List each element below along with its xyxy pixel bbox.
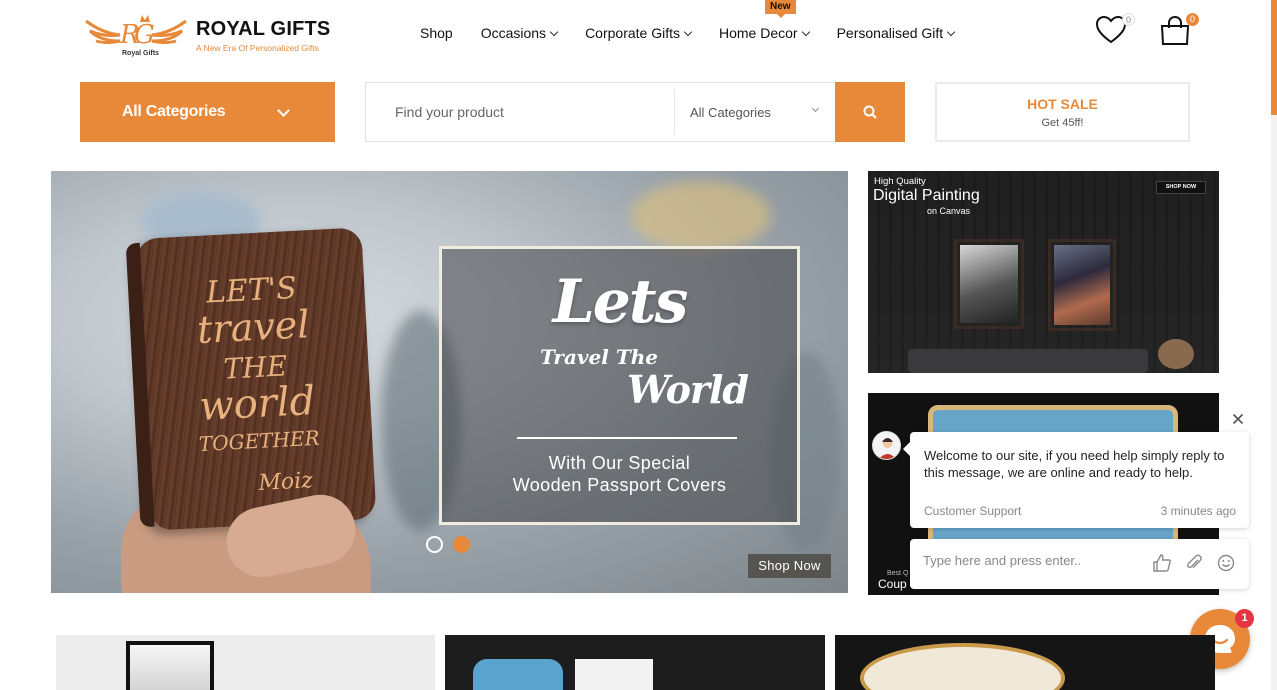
framed-sketch-image (126, 641, 214, 690)
wishlist-count: 0 (1122, 13, 1135, 26)
chat-message-text: Welcome to our site, if you need help si… (924, 448, 1225, 480)
search-icon (863, 105, 877, 119)
banner-subtitle: on Canvas (927, 206, 971, 216)
chevron-down-icon (801, 27, 810, 36)
slider-dot-2-active[interactable] (453, 536, 470, 553)
hot-sale-title: HOT SALE (1027, 96, 1098, 112)
digital-painting-banner[interactable]: High Quality Digital Painting on Canvas … (868, 171, 1219, 373)
portrait-frame (1048, 239, 1116, 331)
svg-text:G: G (134, 20, 155, 50)
product-tile[interactable] (445, 635, 825, 690)
nav-label: Shop (420, 25, 453, 41)
hero-headline-line2: Travel The (540, 345, 658, 369)
banner-shop-now-button[interactable]: SHOP NOW (1156, 181, 1206, 194)
close-icon (1230, 411, 1246, 427)
shop-now-button[interactable]: Shop Now (748, 554, 831, 578)
hero-headline-line3: World (627, 367, 749, 412)
thumbs-up-icon (1153, 554, 1171, 572)
search-bar: All Categories (365, 82, 905, 142)
all-categories-button[interactable]: All Categories (80, 82, 335, 142)
nav-item-home-decor[interactable]: New Home Decor (719, 0, 810, 41)
birthday-frame-image (860, 643, 1065, 690)
decor-ball-image (1158, 339, 1194, 369)
hero-divider (517, 437, 737, 439)
search-input[interactable] (366, 83, 674, 141)
chevron-down-icon (811, 104, 820, 113)
hero-subtext-line2: Wooden Passport Covers (512, 475, 727, 495)
emoji-button[interactable] (1217, 554, 1235, 577)
scrollbar-track[interactable] (1271, 115, 1277, 690)
mug-image (473, 659, 563, 690)
nav-label: Home Decor (719, 25, 798, 41)
banner-caption-large: Coup (878, 577, 907, 591)
hero-subtext-line1: With Our Special (548, 453, 691, 473)
chat-message-bubble: Welcome to our site, if you need help si… (903, 432, 1249, 528)
nav-item-personalised-gift[interactable]: Personalised Gift (836, 25, 956, 41)
chat-input-box (910, 539, 1249, 589)
nav-item-occasions[interactable]: Occasions (480, 25, 559, 41)
category-select-value: All Categories (690, 104, 771, 120)
brand-name: ROYAL GIFTS (196, 17, 331, 40)
brand-tagline: A New Era Of Personalized Gifts (196, 42, 319, 53)
logo-caption: Royal Gifts (122, 50, 159, 57)
cart-button[interactable]: 0 (1160, 13, 1199, 51)
hero-text-panel: Lets Travel The World With Our Special W… (439, 246, 800, 525)
search-button[interactable] (835, 82, 905, 142)
slider-dot-1[interactable] (426, 536, 443, 553)
nav-label: Personalised Gift (836, 25, 944, 41)
banner-title: Digital Painting (873, 187, 980, 204)
emoji-icon (1217, 554, 1235, 572)
portrait-frame (954, 239, 1024, 329)
chevron-down-icon (277, 104, 290, 117)
slider-dots (426, 536, 480, 553)
cart-count: 0 (1186, 13, 1199, 26)
royal-gifts-monogram-icon: R G Royal Gifts (85, 15, 187, 57)
category-select[interactable]: All Categories (674, 89, 834, 135)
product-tile[interactable] (835, 635, 1215, 690)
hot-sale-subtitle: Get 45ff! (1041, 117, 1084, 129)
product-tile[interactable] (56, 635, 435, 690)
thumbs-up-button[interactable] (1153, 554, 1171, 577)
main-nav: Shop Occasions Corporate Gifts New Home … (420, 0, 982, 41)
all-categories-label: All Categories (122, 103, 226, 120)
hot-sale-button[interactable]: HOT SALE Get 45ff! (935, 82, 1190, 142)
gift-box-image (575, 659, 653, 690)
sofa-image (908, 349, 1148, 373)
hero-slider[interactable]: LET'S travel THE world TOGETHER Moiz Let… (51, 171, 848, 593)
nav-item-shop[interactable]: Shop (420, 25, 453, 41)
attach-button[interactable] (1185, 554, 1203, 577)
support-avatar (872, 431, 901, 460)
portrait-color-image (1054, 245, 1110, 325)
engraving-signature: Moiz (257, 468, 314, 496)
nav-label: Occasions (480, 25, 547, 41)
page: R G Royal Gifts ROYAL GIFTS A New Era Of… (0, 0, 1277, 690)
chat-sender: Customer Support (924, 504, 1022, 518)
background-blur (631, 181, 771, 251)
chat-timestamp: 3 minutes ago (1160, 504, 1236, 518)
banner-kicker: High Quality (874, 176, 926, 187)
site-logo[interactable]: R G Royal Gifts ROYAL GIFTS A New Era Of… (82, 10, 342, 60)
hero-subtext: With Our Special Wooden Passport Covers (442, 452, 797, 496)
chevron-down-icon (549, 27, 559, 36)
chat-unread-badge: 1 (1235, 609, 1254, 628)
chevron-down-icon (946, 27, 956, 36)
hero-headline-line1: Lets (552, 267, 689, 337)
new-badge: New (765, 0, 796, 18)
passport-cover-image: LET'S travel THE world TOGETHER Moiz (125, 227, 377, 531)
paperclip-icon (1187, 554, 1202, 569)
portrait-bw-image (960, 245, 1018, 323)
scrollbar-thumb[interactable] (1271, 0, 1277, 115)
nav-label: Corporate Gifts (585, 25, 680, 41)
nav-item-corporate-gifts[interactable]: Corporate Gifts (585, 25, 693, 41)
banner-caption-small: Best Q (887, 570, 909, 577)
chat-close-button[interactable] (1230, 411, 1246, 427)
wishlist-button[interactable]: 0 (1095, 13, 1135, 49)
chat-reply-input[interactable] (923, 553, 1143, 568)
chevron-down-icon (683, 27, 693, 36)
